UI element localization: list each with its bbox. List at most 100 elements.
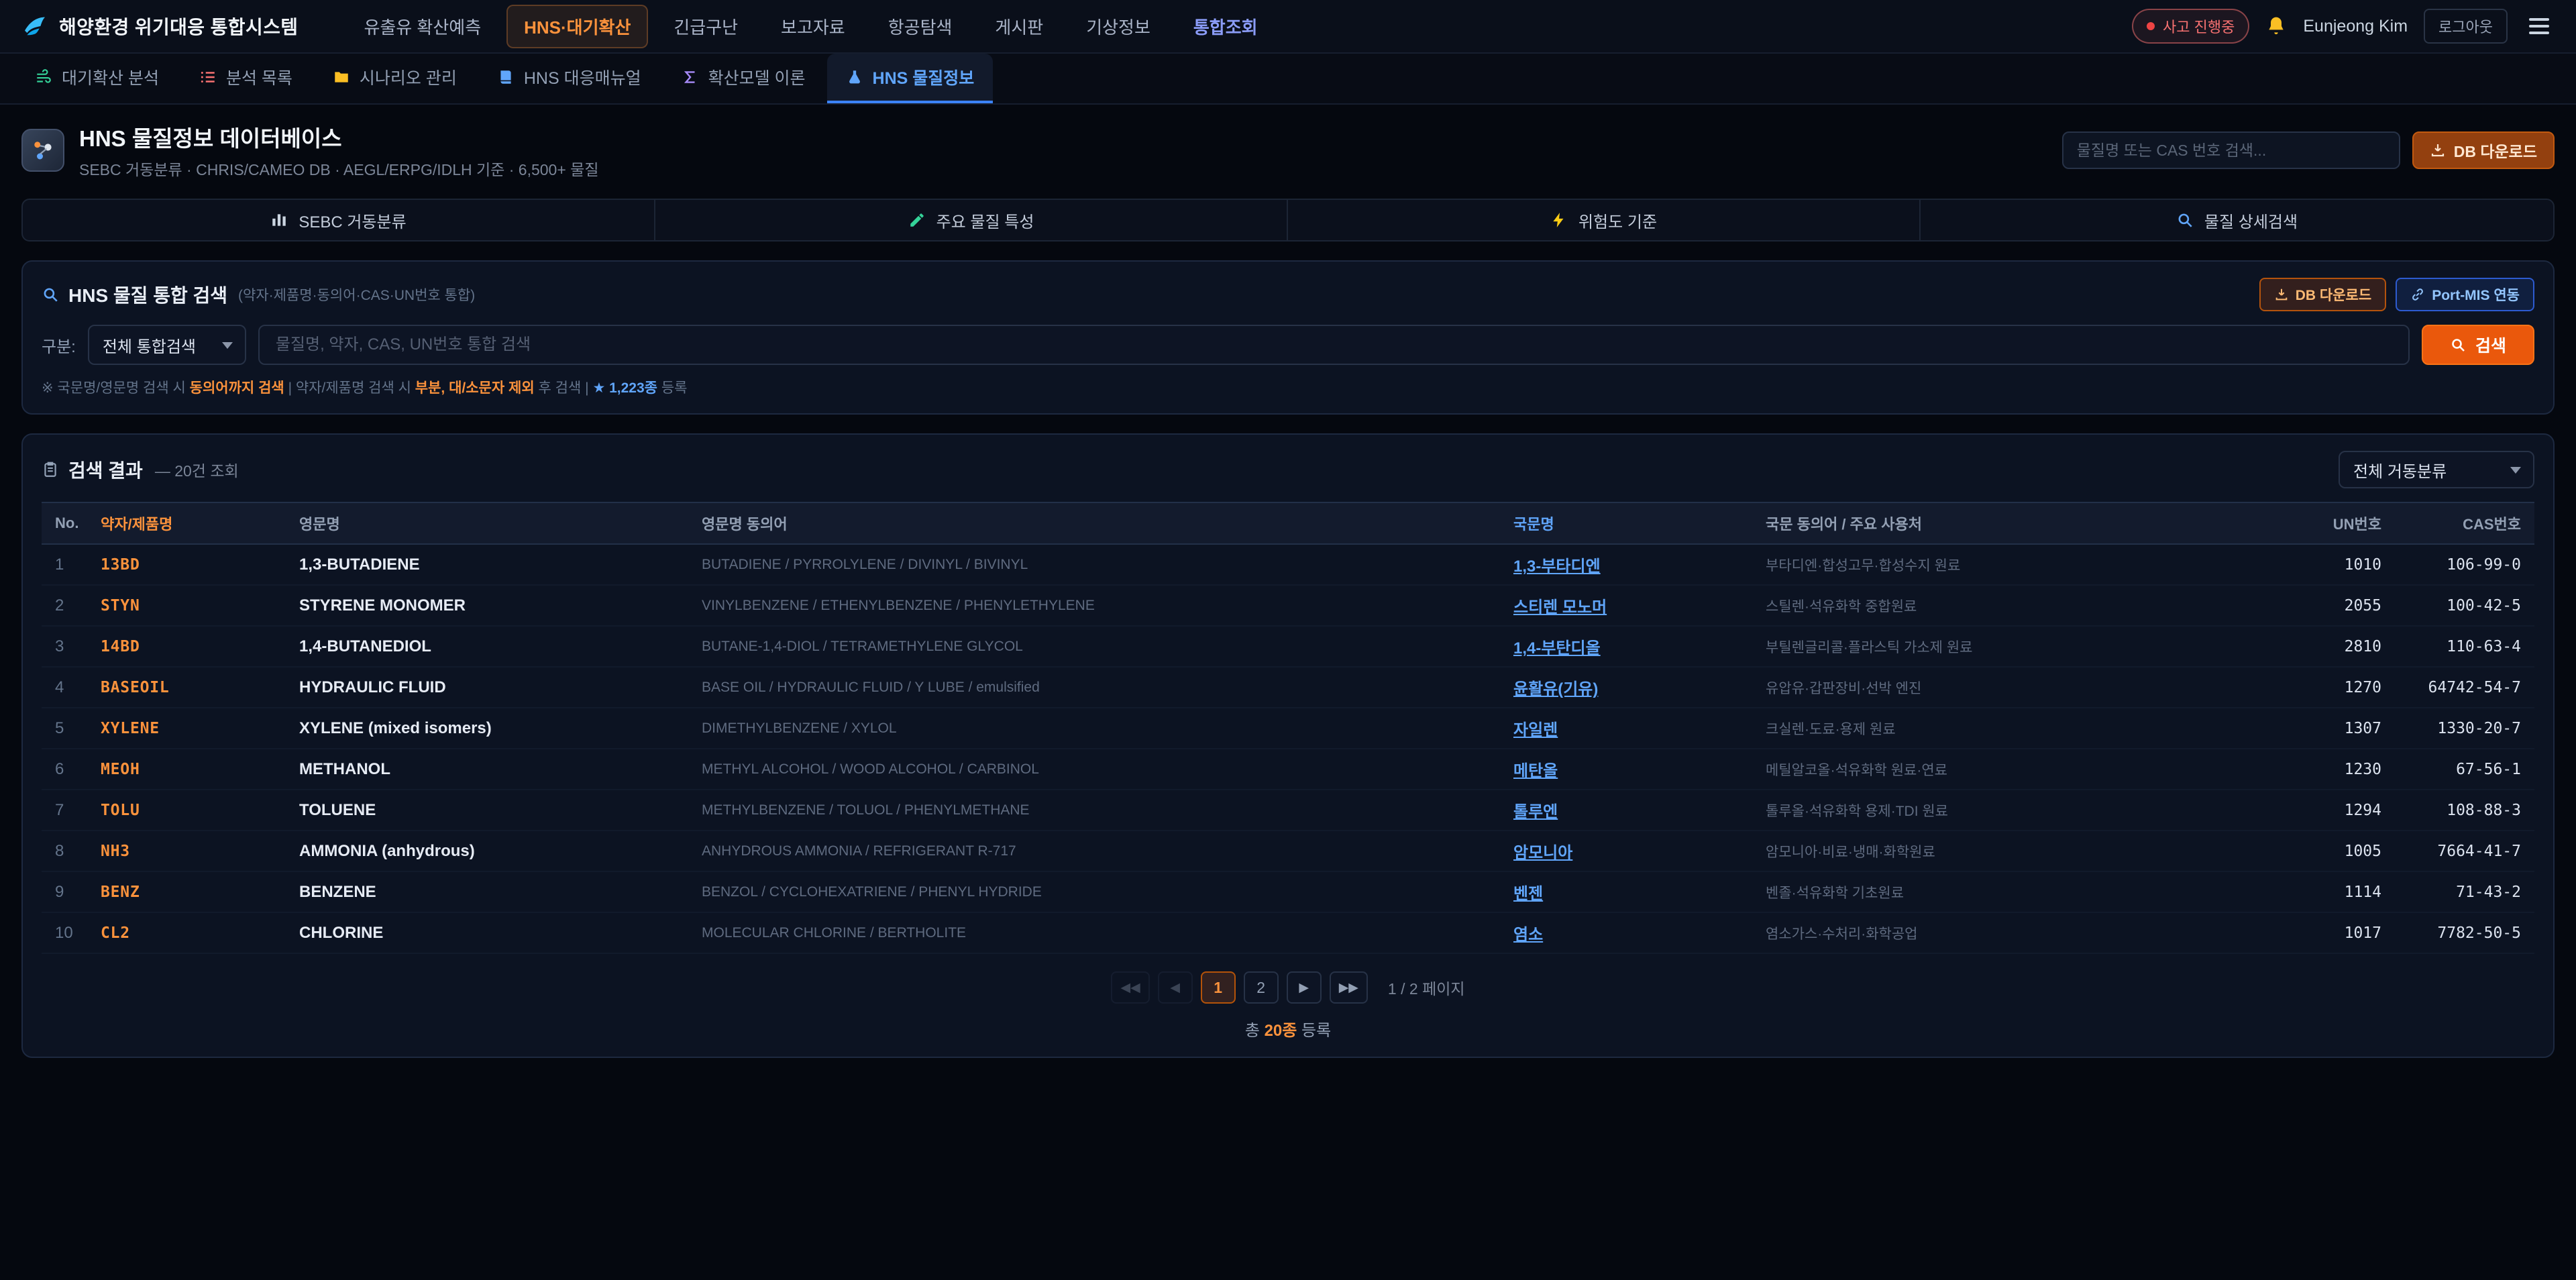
notification-bell-icon[interactable] xyxy=(2265,15,2287,37)
cell-un: 1114 xyxy=(2279,871,2395,912)
behavior-filter-select[interactable]: 전체 거동분류 xyxy=(2339,451,2534,488)
pagination-page-1[interactable]: 1 xyxy=(1201,971,1236,1004)
pagination-page-2[interactable]: 2 xyxy=(1244,971,1279,1004)
cell-kname: 1,4-부탄디올 xyxy=(1500,626,1752,667)
quick-search-input[interactable] xyxy=(2062,131,2400,169)
cell-cas: 1330-20-7 xyxy=(2395,708,2534,749)
molecule-icon xyxy=(21,129,64,172)
cell-kname: 염소 xyxy=(1500,912,1752,953)
pagination-next-button[interactable]: ▶ xyxy=(1287,971,1322,1004)
cell-syn: METHYLBENZENE / TOLUOL / PHENYLMETHANE xyxy=(688,790,1500,831)
cell-cas: 110-63-4 xyxy=(2395,626,2534,667)
cell-cas: 64742-54-7 xyxy=(2395,667,2534,708)
search-button[interactable]: 검색 xyxy=(2422,325,2534,365)
nav-item-3[interactable]: 긴급구난 xyxy=(656,5,755,48)
cell-syn: BUTADIENE / PYRROLYLENE / DIVINYL / BIVI… xyxy=(688,544,1500,585)
portmis-link-button[interactable]: Port-MIS 연동 xyxy=(2396,278,2534,311)
table-row[interactable]: 5XYLENEXYLENE (mixed isomers)DIMETHYLBEN… xyxy=(42,708,2534,749)
db-download-label: DB 다운로드 xyxy=(2454,139,2537,162)
table-row[interactable]: 4BASEOILHYDRAULIC FLUIDBASE OIL / HYDRAU… xyxy=(42,667,2534,708)
cell-syn: ANHYDROUS AMMONIA / REFRIGERANT R-717 xyxy=(688,831,1500,871)
db-download-chip-button[interactable]: DB 다운로드 xyxy=(2259,278,2386,311)
page-header-titles: HNS 물질정보 데이터베이스 SEBC 거동분류 · CHRIS/CAMEO … xyxy=(79,121,598,180)
cell-un: 1005 xyxy=(2279,831,2395,871)
total-count: 20종 xyxy=(1265,1022,1297,1040)
column-header-name: 영문명 xyxy=(286,502,688,544)
substance-korean-name-link[interactable]: 암모니아 xyxy=(1513,844,1572,862)
cell-cas: 106-99-0 xyxy=(2395,544,2534,585)
tab-1[interactable]: 대기확산 분석 xyxy=(16,54,178,103)
cell-no: 2 xyxy=(42,585,87,626)
table-row[interactable]: 314BD1,4-BUTANEDIOLBUTANE-1,4-DIOL / TET… xyxy=(42,626,2534,667)
behavior-filter-value: 전체 거동분류 xyxy=(2353,458,2447,482)
column-header-ksyn: 국문 동의어 / 주요 사용처 xyxy=(1752,502,2279,544)
pagination-last-button[interactable]: ▶▶ xyxy=(1330,971,1368,1004)
cell-kname: 메탄올 xyxy=(1500,749,1752,790)
feature-cell-1[interactable]: SEBC 거동분류 xyxy=(23,200,655,240)
status-dot-icon xyxy=(2147,22,2155,30)
cell-cas: 108-88-3 xyxy=(2395,790,2534,831)
table-row[interactable]: 9BENZBENZENEBENZOL / CYCLOHEXATRIENE / P… xyxy=(42,871,2534,912)
nav-item-4[interactable]: 보고자료 xyxy=(763,5,863,48)
substance-korean-name-link[interactable]: 염소 xyxy=(1513,926,1543,944)
substance-korean-name-link[interactable]: 1,4-부탄디올 xyxy=(1513,639,1601,657)
cell-un: 1270 xyxy=(2279,667,2395,708)
cell-ksyn: 부틸렌글리콜·플라스틱 가소제 원료 xyxy=(1752,626,2279,667)
incident-status-badge: 사고 진행중 xyxy=(2132,9,2249,44)
search-panel-title: HNS 물질 통합 검색 xyxy=(68,281,227,308)
feature-label: 주요 물질 특성 xyxy=(936,209,1034,232)
logout-button[interactable]: 로그아웃 xyxy=(2424,9,2508,44)
nav-item-8[interactable]: 통합조회 xyxy=(1176,5,1275,48)
feature-cell-3[interactable]: 위험도 기준 xyxy=(1288,200,1921,240)
user-name: Eunjeong Kim xyxy=(2303,17,2408,36)
table-row[interactable]: 10CL2CHLORINEMOLECULAR CHLORINE / BERTHO… xyxy=(42,912,2534,953)
feature-cell-2[interactable]: 주요 물질 특성 xyxy=(655,200,1288,240)
brand-logo[interactable]: 해양환경 위기대응 통합시스템 xyxy=(21,13,298,40)
hamburger-menu-icon[interactable] xyxy=(2524,13,2555,40)
nav-item-6[interactable]: 게시판 xyxy=(977,5,1061,48)
unified-search-input[interactable] xyxy=(258,325,2410,365)
pagination-first-button[interactable]: ◀◀ xyxy=(1111,971,1149,1004)
cell-syn: MOLECULAR CHLORINE / BERTHOLITE xyxy=(688,912,1500,953)
search-category-select[interactable]: 전체 통합검색 xyxy=(88,325,246,365)
search-button-label: 검색 xyxy=(2475,333,2506,357)
tab-5[interactable]: 확산모델 이론 xyxy=(663,54,824,103)
cell-no: 4 xyxy=(42,667,87,708)
list-icon xyxy=(199,68,217,86)
tab-6[interactable]: HNS 물질정보 xyxy=(827,54,994,103)
results-panel: 검색 결과 — 20건 조회 전체 거동분류 No.약자/제품명영문명영문명 동… xyxy=(21,433,2555,1058)
nav-item-1[interactable]: 유출유 확산예측 xyxy=(346,5,498,48)
table-row[interactable]: 2STYNSTYRENE MONOMERVINYLBENZENE / ETHEN… xyxy=(42,585,2534,626)
table-row[interactable]: 6MEOHMETHANOLMETHYL ALCOHOL / WOOD ALCOH… xyxy=(42,749,2534,790)
feature-cell-4[interactable]: 물질 상세검색 xyxy=(1921,200,2553,240)
pagination-prev-button[interactable]: ◀ xyxy=(1158,971,1193,1004)
substance-korean-name-link[interactable]: 자일렌 xyxy=(1513,721,1558,739)
substance-korean-name-link[interactable]: 벤젠 xyxy=(1513,885,1543,903)
nav-item-5[interactable]: 항공탐색 xyxy=(871,5,970,48)
flask-icon xyxy=(846,68,863,86)
substance-korean-name-link[interactable]: 윤활유(기유) xyxy=(1513,680,1598,698)
tab-4[interactable]: HNS 대응매뉴얼 xyxy=(478,54,660,103)
table-row[interactable]: 8NH3AMMONIA (anhydrous)ANHYDROUS AMMONIA… xyxy=(42,831,2534,871)
column-header-cas: CAS번호 xyxy=(2395,502,2534,544)
table-row[interactable]: 113BD1,3-BUTADIENEBUTADIENE / PYRROLYLEN… xyxy=(42,544,2534,585)
nav-item-7[interactable]: 기상정보 xyxy=(1069,5,1168,48)
cell-code: BENZ xyxy=(87,871,286,912)
column-header-kname: 국문명 xyxy=(1500,502,1752,544)
search-panel-note: (약자·제품명·동의어·CAS·UN번호 통합) xyxy=(238,284,475,305)
tab-label: 분석 목록 xyxy=(226,65,292,89)
tab-3[interactable]: 시나리오 관리 xyxy=(314,54,476,103)
substance-korean-name-link[interactable]: 1,3-부타디엔 xyxy=(1513,557,1601,576)
nav-item-2[interactable]: HNS·대기확산 xyxy=(506,5,648,48)
cell-ksyn: 암모니아·비료·냉매·화학원료 xyxy=(1752,831,2279,871)
cell-code: NH3 xyxy=(87,831,286,871)
tab-2[interactable]: 분석 목록 xyxy=(180,54,311,103)
results-table-body: 113BD1,3-BUTADIENEBUTADIENE / PYRROLYLEN… xyxy=(42,544,2534,953)
substance-korean-name-link[interactable]: 스티렌 모노머 xyxy=(1513,598,1607,617)
substance-korean-name-link[interactable]: 메탄올 xyxy=(1513,762,1558,780)
page-header: HNS 물질정보 데이터베이스 SEBC 거동분류 · CHRIS/CAMEO … xyxy=(0,105,2576,193)
substance-korean-name-link[interactable]: 톨루엔 xyxy=(1513,803,1558,821)
hint-mid-1: | 약자/제품명 검색 시 xyxy=(284,380,415,396)
db-download-button[interactable]: DB 다운로드 xyxy=(2412,131,2555,169)
table-row[interactable]: 7TOLUTOLUENEMETHYLBENZENE / TOLUOL / PHE… xyxy=(42,790,2534,831)
